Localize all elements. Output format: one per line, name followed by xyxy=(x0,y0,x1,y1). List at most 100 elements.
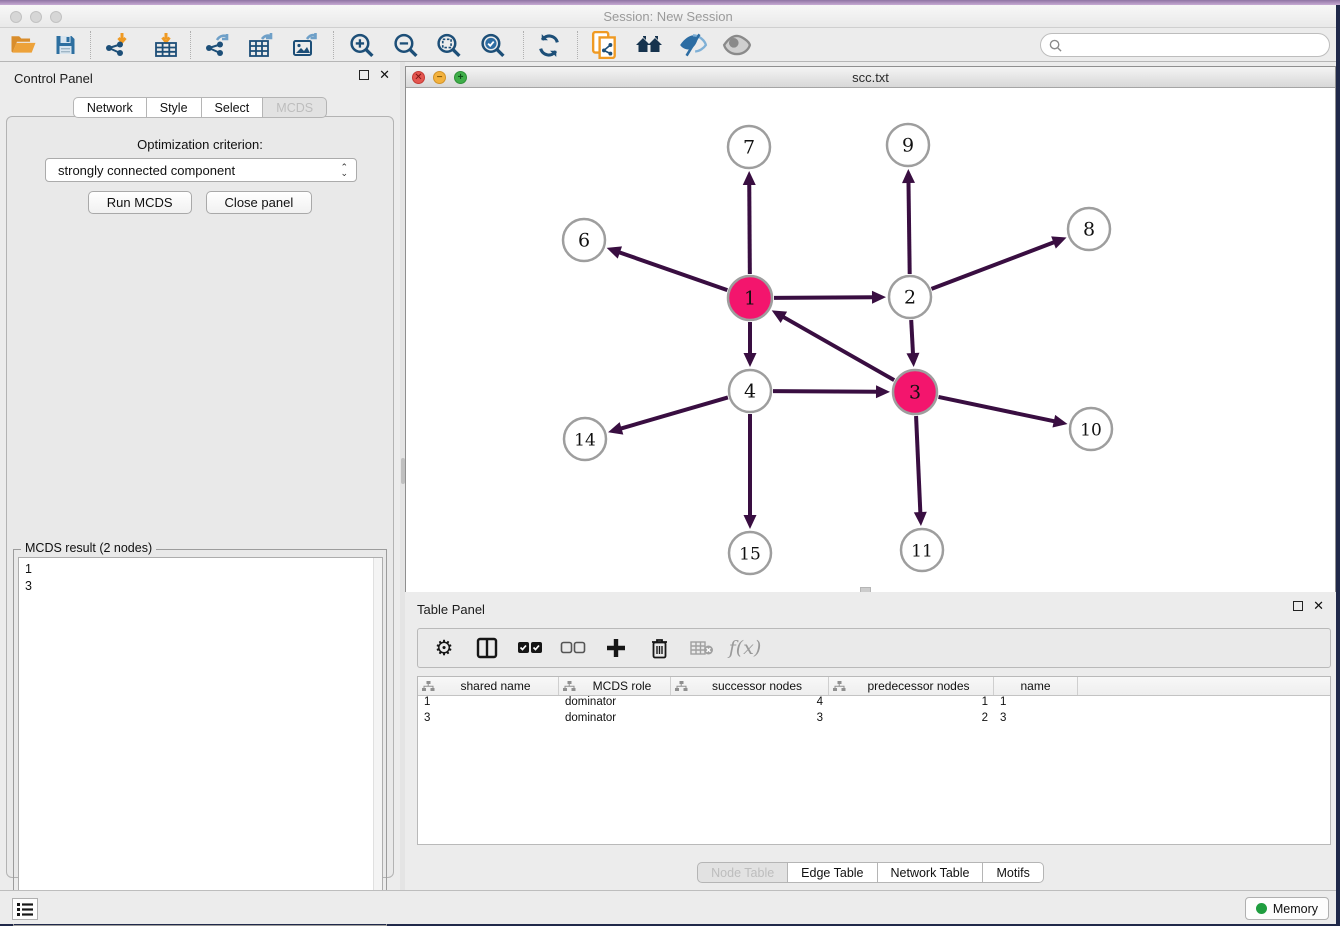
select-spinner-icon: ⌃⌄ xyxy=(340,164,348,176)
function-builder-icon[interactable]: f(x) xyxy=(731,635,759,661)
search-field[interactable] xyxy=(1040,33,1330,57)
column-header-MCDS-role[interactable]: MCDS role xyxy=(559,677,671,695)
mcds-panel: Optimization criterion: strongly connect… xyxy=(6,116,394,878)
tab-mcds[interactable]: MCDS xyxy=(262,97,327,118)
edge-3-1[interactable] xyxy=(782,316,894,380)
edge-1-2[interactable] xyxy=(774,297,874,298)
table-row[interactable]: 1dominator411 xyxy=(418,696,1330,712)
zoom-selected-icon[interactable] xyxy=(476,30,510,60)
open-session-icon[interactable] xyxy=(6,30,40,60)
select-all-icon[interactable] xyxy=(516,635,544,661)
screen: Session: New Session xyxy=(0,0,1340,926)
cell-MCDS-role: dominator xyxy=(559,712,671,728)
import-network-icon[interactable] xyxy=(101,30,135,60)
add-icon[interactable] xyxy=(602,635,630,661)
memory-status-icon xyxy=(1256,903,1267,914)
tab-motifs[interactable]: Motifs xyxy=(982,862,1043,883)
node-label-9: 9 xyxy=(902,135,914,157)
hide-panels-icon[interactable] xyxy=(676,30,710,60)
arrowhead-icon xyxy=(906,353,919,367)
result-scrollbar[interactable] xyxy=(373,558,382,920)
search-icon xyxy=(1049,39,1062,52)
optimization-criterion-select[interactable]: strongly connected component ⌃⌄ xyxy=(45,158,357,182)
delete-icon[interactable] xyxy=(645,635,673,661)
optimization-criterion-value: strongly connected component xyxy=(58,163,235,178)
show-column-icon[interactable] xyxy=(473,635,501,661)
cell-name: 3 xyxy=(994,712,1078,728)
close-panel-button[interactable]: Close panel xyxy=(206,191,313,214)
export-table-icon[interactable] xyxy=(244,30,278,60)
table-settings-icon[interactable]: ⚙ xyxy=(430,635,458,661)
edge-2-3[interactable] xyxy=(911,320,913,355)
node-label-1: 1 xyxy=(744,288,756,310)
node-label-7: 7 xyxy=(743,137,755,159)
control-panel: Control Panel ✕ NetworkStyleSelectMCDS O… xyxy=(0,62,400,890)
tab-style[interactable]: Style xyxy=(146,97,201,118)
import-table-icon[interactable] xyxy=(149,30,183,60)
table-row[interactable]: 3dominator323 xyxy=(418,712,1330,728)
toolbar-separator xyxy=(333,31,334,59)
cell-predecessor-nodes: 1 xyxy=(829,696,994,712)
home-view-icon[interactable] xyxy=(632,30,666,60)
toolbar-separator xyxy=(523,31,524,59)
node-label-2: 2 xyxy=(904,287,916,309)
control-panel-tabs: NetworkStyleSelectMCDS xyxy=(0,97,400,118)
edge-3-11[interactable] xyxy=(916,416,920,514)
table-toolbar: ⚙ f(x) xyxy=(417,628,1331,668)
window-title: Session: New Session xyxy=(0,9,1336,24)
table-body: 1dominator4113dominator323 xyxy=(418,696,1330,728)
mcds-result-title: MCDS result (2 nodes) xyxy=(21,541,156,555)
zoom-out-icon[interactable] xyxy=(389,30,423,60)
edge-1-6[interactable] xyxy=(618,252,727,290)
window-titlebar: Session: New Session xyxy=(0,5,1336,28)
tab-edge-table[interactable]: Edge Table xyxy=(787,862,876,883)
tab-select[interactable]: Select xyxy=(201,97,263,118)
cell-predecessor-nodes: 2 xyxy=(829,712,994,728)
node-table[interactable]: shared nameMCDS rolesuccessor nodesprede… xyxy=(417,676,1331,845)
mcds-result-text: 1 3 xyxy=(25,561,32,595)
control-panel-title: Control Panel xyxy=(14,71,93,86)
export-network-icon[interactable] xyxy=(201,30,235,60)
refresh-layout-icon[interactable] xyxy=(532,30,566,60)
export-image-icon[interactable] xyxy=(288,30,322,60)
edge-2-8[interactable] xyxy=(932,242,1056,289)
close-table-panel-icon[interactable]: ✕ xyxy=(1313,601,1324,611)
divider-handle[interactable] xyxy=(401,458,405,484)
mcds-result-textarea[interactable]: 1 3 xyxy=(18,557,383,921)
network-canvas[interactable]: 7968124314101511 xyxy=(406,89,1335,592)
network-window: ✕ − + scc.txt 7968124314101511 xyxy=(405,66,1336,592)
tab-network-table[interactable]: Network Table xyxy=(877,862,983,883)
column-header-shared-name[interactable]: shared name xyxy=(418,677,559,695)
unselect-all-icon[interactable] xyxy=(559,635,587,661)
network-graph: 7968124314101511 xyxy=(406,89,1335,592)
float-table-panel-icon[interactable] xyxy=(1293,601,1303,611)
arrowhead-icon xyxy=(872,291,886,304)
save-session-icon[interactable] xyxy=(48,30,82,60)
delete-table-icon[interactable] xyxy=(688,635,716,661)
float-panel-icon[interactable] xyxy=(359,70,369,80)
arrowhead-icon xyxy=(902,169,915,183)
edge-1-7[interactable] xyxy=(749,183,750,274)
search-input[interactable] xyxy=(1066,35,1329,55)
copy-style-icon[interactable] xyxy=(588,30,622,60)
tab-network[interactable]: Network xyxy=(73,97,146,118)
edge-3-10[interactable] xyxy=(938,397,1055,422)
tab-node-table[interactable]: Node Table xyxy=(697,862,787,883)
memory-button[interactable]: Memory xyxy=(1245,897,1329,920)
cell-shared-name: 3 xyxy=(418,712,559,728)
show-panels-icon[interactable] xyxy=(720,30,754,60)
run-mcds-button[interactable]: Run MCDS xyxy=(88,191,192,214)
edge-4-3[interactable] xyxy=(773,391,878,392)
zoom-fit-icon[interactable] xyxy=(432,30,466,60)
column-header-successor-nodes[interactable]: successor nodes xyxy=(671,677,829,695)
column-header-name[interactable]: name xyxy=(994,677,1078,695)
node-label-4: 4 xyxy=(744,381,756,403)
zoom-in-icon[interactable] xyxy=(345,30,379,60)
toolbar-separator xyxy=(577,31,578,59)
edge-2-9[interactable] xyxy=(908,181,909,274)
arrowhead-icon xyxy=(608,422,623,434)
edge-4-14[interactable] xyxy=(620,397,728,429)
column-header-predecessor-nodes[interactable]: predecessor nodes xyxy=(829,677,994,695)
task-history-button[interactable] xyxy=(12,898,38,920)
close-panel-icon[interactable]: ✕ xyxy=(379,70,390,80)
